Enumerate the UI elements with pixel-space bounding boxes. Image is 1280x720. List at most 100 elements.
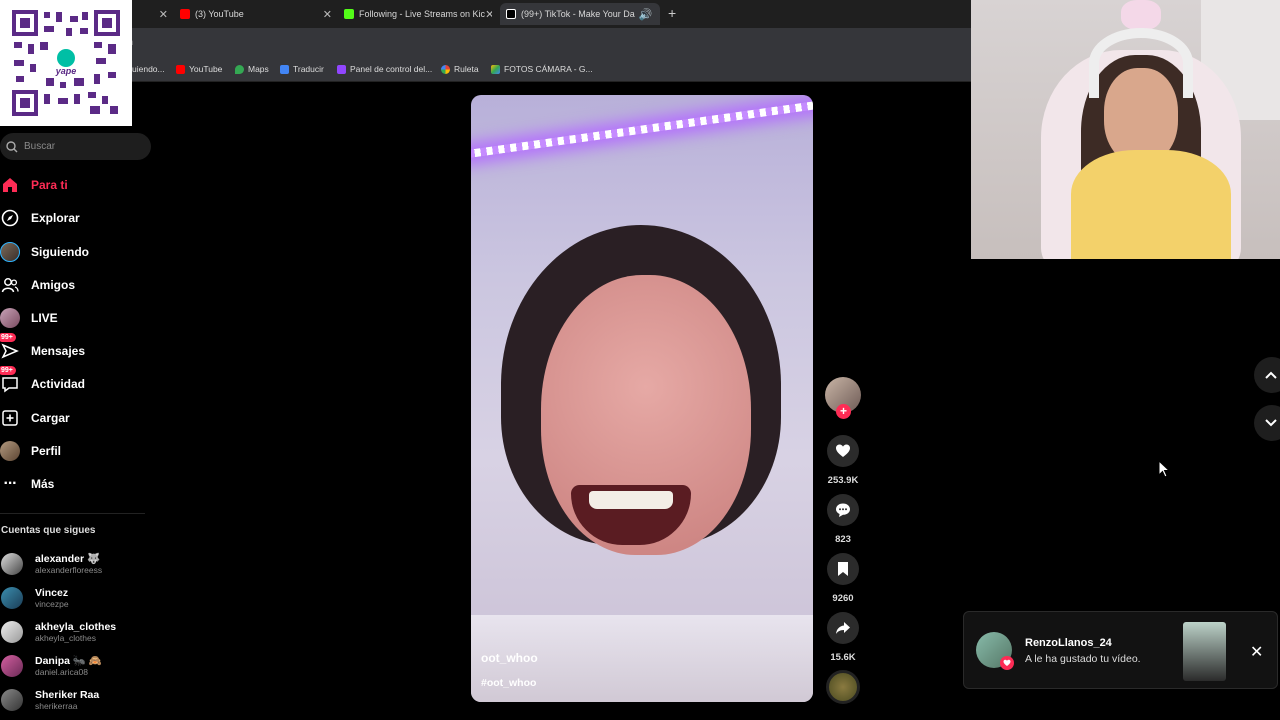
avatar	[1, 553, 23, 575]
nav-siguiendo[interactable]: Siguiendo	[0, 239, 89, 265]
kick-icon	[344, 9, 354, 19]
followed-account[interactable]: akheyla_clothes akheyla_clothes	[1, 617, 116, 647]
tab-label: Following - Live Streams on Kic	[359, 9, 486, 19]
bookmark-ruleta[interactable]: Ruleta	[441, 64, 479, 74]
bookmark-maps[interactable]: Maps	[235, 64, 269, 74]
tab-kick[interactable]: Following - Live Streams on Kic ✕	[340, 3, 492, 25]
followed-account[interactable]: Danipa 🐜 🙈 daniel.arica08	[1, 651, 102, 681]
nav-label: Mensajes	[31, 344, 86, 358]
twitch-icon	[337, 64, 346, 74]
follow-plus-icon[interactable]: +	[836, 404, 851, 419]
notification-badge: 99+	[0, 366, 16, 375]
heart-icon	[836, 444, 850, 457]
bookmark-label: uiendo...	[132, 64, 165, 74]
video-player[interactable]: oot_whoo #oot_whoo	[471, 95, 813, 702]
music-disc-icon[interactable]	[826, 670, 860, 704]
nav-mensajes[interactable]: 99+ Mensajes	[0, 333, 86, 364]
webcam-bunny-ears-image	[1121, 0, 1161, 30]
bookmark-label: Ruleta	[454, 64, 479, 74]
yape-logo: yape	[55, 66, 77, 76]
tab-close-icon[interactable]: ✕	[659, 8, 660, 21]
share-icon	[836, 622, 850, 634]
nav-perfil[interactable]: Perfil	[0, 438, 61, 464]
bookmark-icon	[838, 562, 848, 576]
bookmark-youtube[interactable]: YouTube	[176, 64, 222, 74]
video-teeth-image	[589, 491, 673, 509]
notification-badge: 99+	[0, 333, 16, 342]
followed-account[interactable]: alexander 🐺 alexanderfloreess	[1, 549, 102, 579]
account-handle: alexanderfloreess	[35, 564, 103, 575]
like-button[interactable]	[827, 435, 859, 467]
nav-live[interactable]: LIVE	[0, 305, 58, 331]
tab-label: (99+) TikTok - Make Your Da	[521, 9, 635, 19]
nav-actividad[interactable]: 99+ Actividad	[0, 366, 85, 397]
followed-account[interactable]: Sheriker Raa sherikerraa	[1, 685, 99, 715]
tab-youtube[interactable]: (3) YouTube ✕	[176, 3, 332, 25]
yape-qr-code: yape	[0, 0, 132, 126]
account-name: alexander 🐺	[35, 552, 101, 565]
home-icon	[0, 175, 20, 195]
account-handle: vincezpe	[35, 598, 69, 609]
wheel-icon	[441, 64, 450, 74]
more-icon: ···	[3, 475, 18, 492]
share-button[interactable]	[827, 612, 859, 644]
upload-icon	[0, 408, 20, 428]
qr-code-icon: yape	[10, 8, 122, 118]
avatar	[1, 689, 23, 711]
video-hashtag[interactable]: #oot_whoo	[481, 677, 536, 689]
followed-account[interactable]: Vincez vincezpe	[1, 583, 69, 613]
account-name: Vincez	[35, 586, 69, 599]
tab-blank[interactable]: ✕	[140, 3, 168, 25]
search-input[interactable]: Buscar	[0, 133, 151, 160]
youtube-icon	[180, 9, 190, 19]
nav-label: Perfil	[31, 444, 62, 458]
webcam-shirt-image	[1071, 150, 1231, 259]
heart-icon	[1000, 656, 1014, 670]
nav-explorar[interactable]: Explorar	[0, 205, 80, 231]
video-username[interactable]: oot_whoo	[481, 651, 538, 665]
tab-close-icon[interactable]: ✕	[485, 8, 492, 21]
tab-tiktok[interactable]: (99+) TikTok - Make Your Da 🔊 ✕	[500, 3, 660, 25]
save-count: 9260	[832, 593, 854, 604]
nav-label: LIVE	[31, 311, 58, 325]
compass-icon	[0, 208, 20, 228]
nav-label: Amigos	[31, 278, 76, 292]
save-button[interactable]	[827, 553, 859, 585]
live-avatar-icon	[0, 308, 20, 328]
avatar	[1, 655, 23, 677]
nav-mas[interactable]: ··· Más	[0, 471, 55, 497]
tab-close-icon[interactable]: ✕	[323, 8, 332, 21]
activity-icon: 99+	[0, 366, 20, 394]
account-handle: daniel.arica08	[35, 666, 88, 677]
chevron-down-icon	[1265, 419, 1277, 427]
bookmark-traducir[interactable]: Traducir	[280, 64, 324, 74]
comment-count: 823	[835, 534, 851, 545]
tiktok-icon	[506, 9, 516, 19]
sidebar-divider	[0, 513, 145, 514]
bookmark-label: Traducir	[293, 64, 324, 74]
like-notification[interactable]: RenzoLlanos_24 A le ha gustado tu vídeo.…	[963, 611, 1278, 689]
avatar	[1, 587, 23, 609]
account-name: akheyla_clothes	[35, 620, 117, 633]
tab-label: (3) YouTube	[195, 9, 244, 19]
new-tab-icon[interactable]: +	[668, 5, 676, 21]
previous-video-button[interactable]	[1254, 357, 1280, 393]
following-section-title: Cuentas que sigues	[1, 525, 96, 536]
nav-para-ti[interactable]: Para ti	[0, 172, 68, 198]
close-icon[interactable]: ✕	[1250, 642, 1263, 662]
bookmark-siguiendo[interactable]: uiendo...	[132, 64, 165, 74]
comment-button[interactable]	[827, 494, 859, 526]
nav-cargar[interactable]: Cargar	[0, 405, 70, 431]
account-handle: akheyla_clothes	[35, 632, 96, 643]
tab-close-icon[interactable]: ✕	[159, 8, 168, 21]
video-thumbnail[interactable]	[1183, 622, 1226, 681]
next-video-button[interactable]	[1254, 405, 1280, 441]
profile-avatar-icon	[0, 441, 20, 461]
nav-amigos[interactable]: Amigos	[0, 272, 75, 298]
chevron-up-icon	[1265, 371, 1277, 379]
address-bar[interactable]: n	[0, 28, 971, 58]
bookmark-panel[interactable]: Panel de control del...	[337, 64, 432, 74]
bookmark-fotos[interactable]: FOTOS CÁMARA - G...	[491, 64, 593, 74]
translate-icon	[280, 64, 289, 74]
speaker-icon[interactable]: 🔊	[639, 8, 653, 21]
